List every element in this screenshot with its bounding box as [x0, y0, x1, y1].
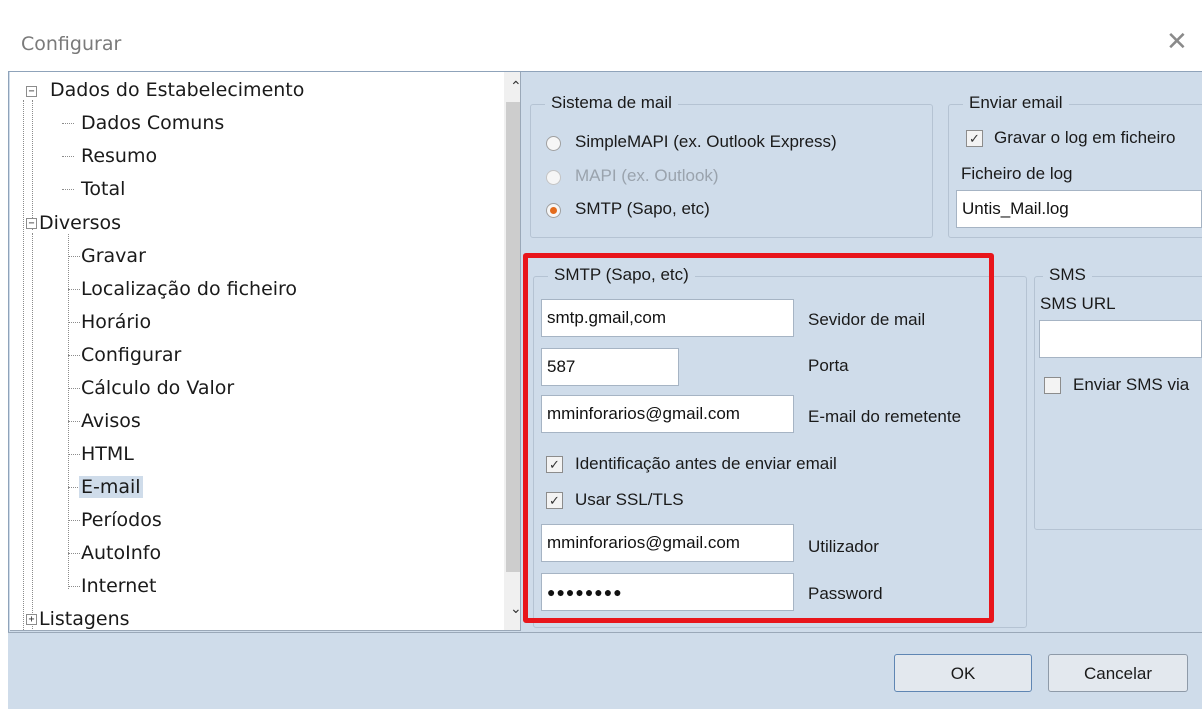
tree-item-dados-estabelecimento[interactable]: Dados do Estabelecimento: [50, 79, 304, 101]
window-title: Configurar: [21, 33, 122, 55]
log-file-input[interactable]: Untis_Mail.log: [956, 190, 1202, 228]
radio-smtp[interactable]: [546, 203, 561, 218]
tree-item-calculo-valor[interactable]: Cálculo do Valor: [81, 377, 234, 399]
tree-item-dados-comuns[interactable]: Dados Comuns: [81, 112, 224, 134]
tree-item-autoinfo[interactable]: AutoInfo: [81, 542, 161, 564]
scroll-down-icon[interactable]: ⌄: [510, 600, 520, 617]
tree-item-internet[interactable]: Internet: [81, 575, 156, 597]
sms-group: SMS: [1034, 265, 1202, 530]
tree-scrollbar[interactable]: ⌃ ⌄: [504, 72, 520, 630]
log-file-label: Ficheiro de log: [961, 164, 1073, 183]
radio-simplemapi-label[interactable]: SimpleMAPI (ex. Outlook Express): [575, 132, 837, 152]
radio-simplemapi[interactable]: [546, 136, 561, 151]
tree-item-gravar[interactable]: Gravar: [81, 245, 146, 267]
radio-smtp-label[interactable]: SMTP (Sapo, etc): [575, 199, 710, 219]
tree-item-configurar[interactable]: Configurar: [81, 344, 181, 366]
tree-item-diversos[interactable]: Diversos: [39, 212, 121, 234]
expand-collapse-icon[interactable]: −: [26, 86, 37, 97]
send-sms-via-label[interactable]: Enviar SMS via: [1073, 375, 1189, 395]
tree-item-resumo[interactable]: Resumo: [81, 145, 157, 167]
ok-button[interactable]: OK: [894, 654, 1032, 692]
settings-tree: − Dados do Estabelecimento Dados Comuns …: [10, 72, 521, 631]
title-bar: Configurar ✕: [0, 14, 1202, 71]
sms-legend: SMS: [1043, 265, 1092, 285]
send-sms-via-checkbox[interactable]: [1044, 377, 1061, 394]
configure-dialog: Configurar ✕ − Dados do Estabelecimento …: [0, 0, 1202, 709]
scroll-thumb[interactable]: [506, 102, 520, 572]
log-to-file-checkbox[interactable]: ✓: [966, 130, 983, 147]
cancel-button[interactable]: Cancelar: [1048, 654, 1188, 692]
sms-url-label: SMS URL: [1040, 294, 1116, 313]
tree-item-total[interactable]: Total: [81, 178, 125, 200]
tree-item-periodos[interactable]: Períodos: [81, 509, 162, 531]
radio-mapi: [546, 170, 561, 185]
close-icon[interactable]: ✕: [1166, 28, 1188, 54]
tree-item-listagens[interactable]: Listagens: [39, 608, 130, 630]
send-email-legend: Enviar email: [963, 93, 1069, 113]
radio-mapi-label: MAPI (ex. Outlook): [575, 166, 719, 185]
tree-item-html[interactable]: HTML: [81, 443, 134, 465]
tree-item-horario[interactable]: Horário: [81, 311, 151, 333]
tree-item-email[interactable]: E-mail: [79, 476, 143, 498]
expand-collapse-icon[interactable]: +: [26, 614, 37, 625]
tree-item-avisos[interactable]: Avisos: [81, 410, 141, 432]
log-to-file-label[interactable]: Gravar o log em ficheiro: [994, 128, 1175, 148]
smtp-highlight-box: [523, 253, 994, 623]
scroll-up-icon[interactable]: ⌃: [510, 78, 520, 95]
expand-collapse-icon[interactable]: −: [26, 218, 37, 229]
mail-system-legend: Sistema de mail: [545, 93, 678, 113]
tree-item-localizacao[interactable]: Localização do ficheiro: [81, 278, 297, 300]
sms-url-input[interactable]: [1039, 320, 1202, 358]
